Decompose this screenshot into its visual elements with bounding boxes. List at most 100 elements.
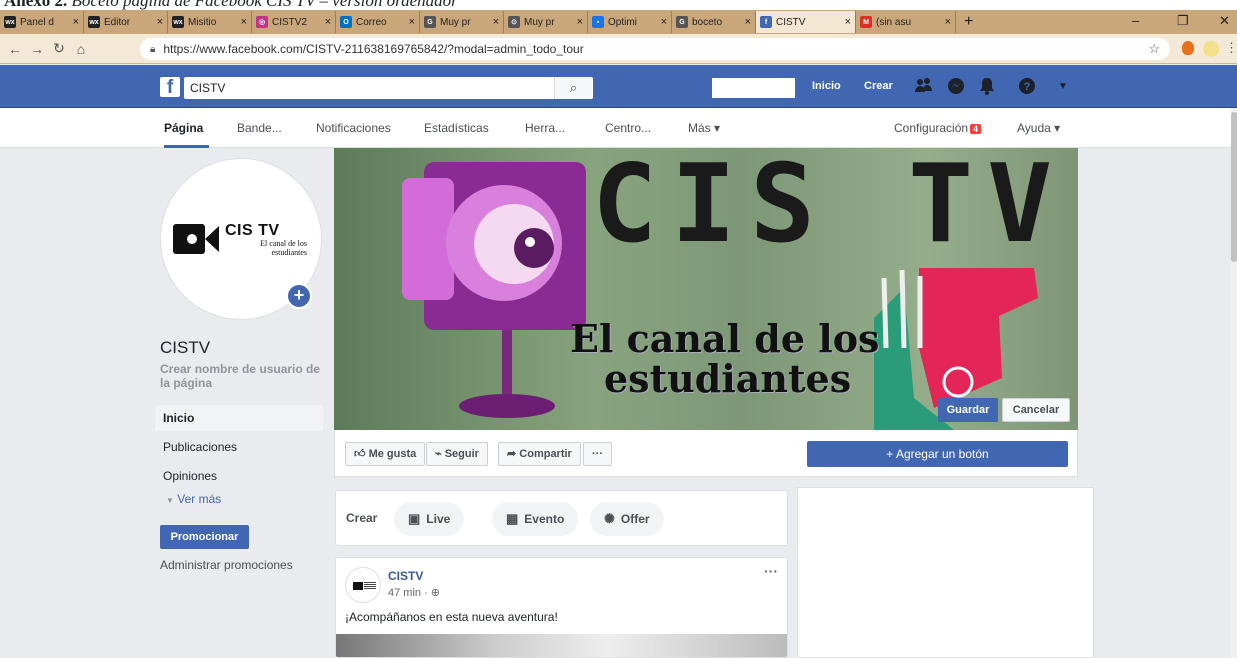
- tab-bandeja[interactable]: Bande...: [237, 121, 282, 135]
- tab-label: Correo: [356, 16, 387, 28]
- sidebar-item-opiniones[interactable]: Opiniones: [155, 463, 323, 489]
- bookmark-star-icon[interactable]: ☆: [1148, 41, 1160, 57]
- help-question-icon[interactable]: ?: [1017, 77, 1037, 97]
- new-tab-button[interactable]: +: [964, 13, 973, 31]
- sidebar-item-inicio[interactable]: Inicio: [155, 405, 323, 431]
- reload-icon[interactable]: ↻: [48, 40, 70, 57]
- tab-estadisticas[interactable]: Estadísticas: [424, 121, 489, 135]
- tab-pagina[interactable]: Página: [164, 121, 203, 135]
- follow-button[interactable]: ⌁ Seguir: [426, 442, 488, 466]
- promote-button[interactable]: Promocionar: [160, 525, 249, 549]
- like-button[interactable]: 👍︎ Me gusta: [345, 442, 426, 466]
- tab-close-icon[interactable]: ×: [493, 16, 499, 28]
- tab-close-icon[interactable]: ×: [73, 16, 79, 28]
- messenger-icon[interactable]: [946, 77, 966, 97]
- facebook-top-bar: f ⌕ Inicio Crear ? ▼: [0, 65, 1237, 108]
- tab-close-icon[interactable]: ×: [577, 16, 583, 28]
- tab-favicon-icon: wx: [172, 16, 184, 28]
- lock-icon: 🔒︎: [150, 43, 156, 55]
- post-author-name[interactable]: CISTV: [388, 569, 423, 583]
- save-cover-button[interactable]: Guardar: [938, 398, 998, 422]
- nav-home-link[interactable]: Inicio: [812, 80, 841, 92]
- right-column-panel: [797, 487, 1094, 658]
- tab-close-icon[interactable]: ×: [745, 16, 751, 28]
- tab-close-icon[interactable]: ×: [661, 16, 667, 28]
- tab-close-icon[interactable]: ×: [945, 16, 951, 28]
- tab-label: Muy pr: [524, 16, 555, 28]
- cancel-cover-button[interactable]: Cancelar: [1002, 398, 1070, 422]
- settings-link[interactable]: Configuración 4: [894, 121, 982, 135]
- browser-tab[interactable]: M (sin asu ×: [856, 11, 956, 33]
- post-options-button[interactable]: ···: [764, 563, 778, 579]
- post-author-avatar[interactable]: [345, 567, 381, 603]
- browser-tab[interactable]: f CISTV ×: [756, 11, 856, 33]
- tab-mas[interactable]: Más ▾: [688, 121, 720, 135]
- browser-tab[interactable]: ⊙ Muy pr ×: [504, 11, 588, 33]
- scrollbar-thumb[interactable]: [1231, 112, 1237, 262]
- home-icon[interactable]: ⌂: [70, 41, 92, 57]
- tab-close-icon[interactable]: ×: [157, 16, 163, 28]
- share-arrow-icon: ➦: [507, 448, 517, 460]
- create-username-link[interactable]: Crear nombre de usuario de la página: [160, 362, 330, 390]
- notifications-bell-icon[interactable]: [977, 77, 997, 97]
- facebook-logo-icon[interactable]: f: [160, 77, 180, 98]
- account-dropdown-icon[interactable]: ▼: [1053, 77, 1073, 97]
- page-action-bar: 👍︎ Me gusta ⌁ Seguir ➦ Compartir ··· + A…: [334, 430, 1078, 477]
- tab-label: Misitio: [188, 16, 217, 28]
- tab-notificaciones[interactable]: Notificaciones: [316, 121, 391, 135]
- address-bar[interactable]: 🔒︎ https://www.facebook.com/CISTV-211638…: [140, 38, 1170, 60]
- tab-centro[interactable]: Centro...: [605, 121, 651, 135]
- update-photo-plus-icon[interactable]: +: [286, 283, 312, 309]
- post-image[interactable]: [336, 634, 787, 657]
- tab-herramientas[interactable]: Herra...: [525, 121, 565, 135]
- share-button[interactable]: ➦ Compartir: [498, 442, 581, 466]
- tab-close-icon[interactable]: ×: [409, 16, 415, 28]
- profile-avatar-icon[interactable]: [1203, 41, 1219, 57]
- add-button-cta[interactable]: + Agregar un botón: [807, 441, 1068, 467]
- live-button[interactable]: ▣ Live: [394, 502, 465, 536]
- see-more-link[interactable]: ▼ Ver más: [166, 492, 221, 506]
- sidebar-item-publicaciones[interactable]: Publicaciones: [155, 434, 323, 460]
- document-caption: Anexo 2. Boceto página de Facebook CIS T…: [0, 0, 1237, 10]
- browser-tab[interactable]: Gboceto ×: [672, 11, 756, 33]
- tab-favicon-icon: G: [424, 16, 436, 28]
- more-options-button[interactable]: ···: [583, 442, 612, 466]
- browser-tab[interactable]: wx Misitio ×: [168, 11, 252, 33]
- tab-close-icon[interactable]: ×: [241, 16, 247, 28]
- manage-promotions-link[interactable]: Administrar promociones: [160, 558, 293, 572]
- post-timestamp[interactable]: 47 min · ⊕: [388, 586, 440, 599]
- help-link[interactable]: Ayuda ▾: [1017, 121, 1060, 135]
- tab-close-icon[interactable]: ×: [325, 16, 331, 28]
- browser-tab[interactable]: ▪ Optimi ×: [588, 11, 672, 33]
- forward-arrow-icon[interactable]: →: [26, 41, 48, 57]
- tab-close-icon[interactable]: ×: [845, 16, 851, 28]
- logo-title: CIS TV: [225, 222, 280, 239]
- tab-favicon-icon: G: [676, 16, 688, 28]
- globe-icon: ⊕: [430, 587, 441, 599]
- url-text: https://www.facebook.com/CISTV-211638169…: [163, 42, 584, 56]
- browser-tab[interactable]: wx Editor ×: [84, 11, 168, 33]
- tab-favicon-icon: wx: [4, 16, 16, 28]
- cover-subtitle-line1: El canal de los: [570, 316, 880, 361]
- search-icon[interactable]: ⌕: [554, 77, 592, 99]
- tab-label: CISTV2: [272, 16, 308, 28]
- offer-button[interactable]: ✺ Offer: [590, 502, 664, 536]
- friends-icon[interactable]: [914, 77, 934, 97]
- minimize-window-icon[interactable]: –: [1132, 13, 1139, 28]
- search-input[interactable]: [184, 77, 593, 99]
- user-profile-link[interactable]: [712, 78, 795, 98]
- nav-create-link[interactable]: Crear: [864, 80, 893, 92]
- event-button[interactable]: ▦ Evento: [492, 502, 579, 536]
- browser-tab[interactable]: G Muy pr ×: [420, 11, 504, 33]
- close-window-icon[interactable]: ✕: [1219, 13, 1230, 29]
- back-arrow-icon[interactable]: ←: [4, 41, 26, 57]
- menu-kebab-icon[interactable]: ⋮: [1225, 40, 1237, 56]
- browser-tab[interactable]: O Correo ×: [336, 11, 420, 33]
- extension-icon[interactable]: [1182, 41, 1194, 55]
- browser-tab[interactable]: wx Panel d ×: [0, 11, 84, 33]
- restore-window-icon[interactable]: ❐: [1177, 13, 1189, 29]
- browser-tab[interactable]: ◎ CISTV2 ×: [252, 11, 336, 33]
- tab-favicon-icon: M: [860, 16, 872, 28]
- calendar-icon: ▦: [506, 511, 519, 526]
- tab-label: Panel d: [20, 16, 54, 28]
